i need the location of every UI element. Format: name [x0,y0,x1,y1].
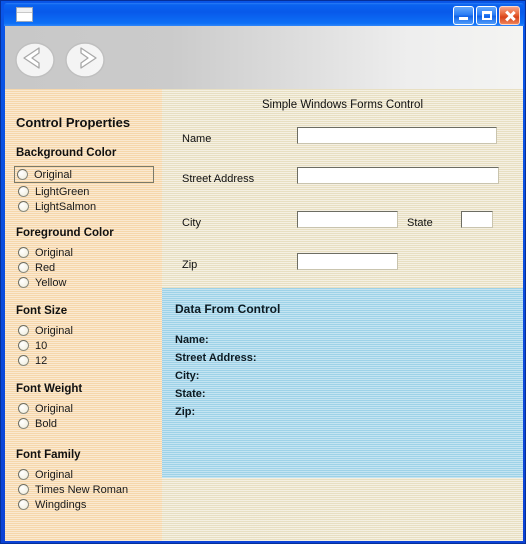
radio-icon [18,484,29,495]
radio-icon [18,325,29,336]
radio-fontweight-bold[interactable]: Bold [16,417,158,430]
radio-label: 12 [35,354,48,367]
radio-background-lightgreen[interactable]: LightGreen [16,185,158,198]
radio-icon [18,403,29,414]
radio-foreground-original[interactable]: Original [16,246,158,259]
radio-label: Original [35,324,73,337]
label-street-address: Street Address [182,173,255,185]
radio-foreground-red[interactable]: Red [16,261,158,274]
radio-background-lightsalmon[interactable]: LightSalmon [16,200,158,213]
radio-icon [18,247,29,258]
maximize-button[interactable] [476,6,497,25]
label-state: State [407,217,433,229]
radio-icon [18,418,29,429]
group-heading: Background Color [16,147,117,159]
radio-background-original[interactable]: Original [14,166,154,183]
radio-icon [18,277,29,288]
group-heading: Font Family [16,449,81,461]
data-from-control-panel: Data From Control Name: Street Address: … [162,288,523,478]
data-row-name: Name: [175,334,209,346]
label-name: Name [182,133,212,145]
radio-label: Wingdings [35,498,87,511]
radio-foreground-yellow[interactable]: Yellow [16,276,158,289]
radio-fontsize-original[interactable]: Original [16,324,158,337]
group-heading: Font Weight [16,383,83,395]
group-heading: Foreground Color [16,227,114,239]
group-font-size: Font Size Original 10 12 [16,305,158,369]
control-properties-sidebar: Control Properties Background Color Orig… [5,89,162,541]
form-title: Simple Windows Forms Control [261,99,424,111]
group-heading: Font Size [16,305,68,317]
radio-label: Original [35,468,73,481]
radio-fontweight-original[interactable]: Original [16,402,158,415]
window-icon [16,7,33,22]
radio-fontfamily-times-new-roman[interactable]: Times New Roman [16,483,158,496]
street-address-input[interactable] [297,167,499,184]
title-bar[interactable] [4,3,524,26]
group-background-color: Background Color Original LightGreen Lig… [14,147,158,215]
label-city: City [182,217,201,229]
client-area: Control Properties Background Color Orig… [5,26,523,541]
radio-icon [18,186,29,197]
forward-button[interactable] [61,36,109,80]
back-button[interactable] [11,36,59,80]
minimize-button[interactable] [453,6,474,25]
radio-label: 10 [35,339,48,352]
radio-icon [18,469,29,480]
radio-icon [18,499,29,510]
radio-label: Red [35,261,56,274]
close-button[interactable] [499,6,520,25]
state-input[interactable] [461,211,493,228]
group-font-family: Font Family Original Times New Roman Win… [16,449,158,513]
radio-label: Original [35,402,73,415]
radio-fontfamily-original[interactable]: Original [16,468,158,481]
radio-label: Yellow [35,276,67,289]
group-font-weight: Font Weight Original Bold [16,383,158,432]
navigation-toolbar [5,26,523,90]
radio-icon [18,340,29,351]
window-controls [453,6,520,25]
radio-icon [18,201,29,212]
radio-label: LightSalmon [35,200,97,213]
radio-fontfamily-wingdings[interactable]: Wingdings [16,498,158,511]
arrow-left-icon [11,36,59,80]
radio-fontsize-12[interactable]: 12 [16,354,158,367]
arrow-right-icon [61,36,109,80]
radio-label: Times New Roman [35,483,129,496]
radio-icon [17,169,28,180]
data-row-city: City: [175,370,200,382]
zip-input[interactable] [297,253,398,270]
name-input[interactable] [297,127,497,144]
data-row-street-address: Street Address: [175,352,257,364]
radio-icon [18,355,29,366]
data-row-zip: Zip: [175,406,196,418]
radio-label: Bold [35,417,58,430]
radio-icon [18,262,29,273]
city-input[interactable] [297,211,398,228]
data-panel-title: Data From Control [175,302,281,316]
radio-fontsize-10[interactable]: 10 [16,339,158,352]
radio-label: Original [35,246,73,259]
label-zip: Zip [182,259,198,271]
group-foreground-color: Foreground Color Original Red Yellow [16,227,158,291]
data-row-state: State: [175,388,206,400]
radio-label: Original [34,168,72,181]
radio-label: LightGreen [35,185,90,198]
application-window: Control Properties Background Color Orig… [0,0,526,544]
sidebar-title: Control Properties [16,115,131,130]
